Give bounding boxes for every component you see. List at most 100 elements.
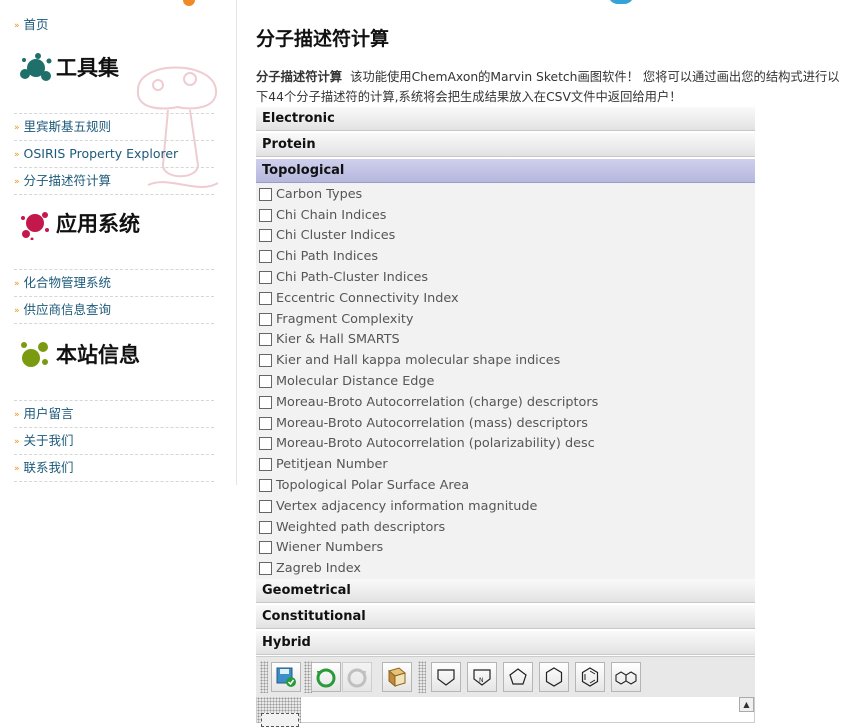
sidebar: » 首页 工具集 » 里宾斯基五规则 » OSIRIS Property Explor… xyxy=(0,0,237,485)
decorative-blue-shape xyxy=(608,0,634,4)
sidebar-link-contact[interactable]: » 联系我们 xyxy=(14,455,214,482)
descriptor-label: Kier and Hall kappa molecular shape indi… xyxy=(276,353,561,369)
descriptor-option[interactable]: Eccentric Connectivity Index xyxy=(259,288,755,309)
descriptor-label: Chi Cluster Indices xyxy=(276,228,396,244)
descriptor-label: Eccentric Connectivity Index xyxy=(276,290,459,306)
sidebar-link-supplier[interactable]: » 供应商信息查询 xyxy=(14,297,214,324)
page-title: 分子描述符计算 xyxy=(256,28,390,50)
descriptor-option[interactable]: Zagreb Index xyxy=(259,558,755,579)
category-header-electronic[interactable]: Electronic xyxy=(256,107,755,131)
descriptor-option[interactable]: Fragment Complexity xyxy=(259,309,755,330)
descriptor-checkbox[interactable] xyxy=(259,562,272,576)
descriptor-checkbox[interactable] xyxy=(259,229,272,243)
descriptor-label: Wiener Numbers xyxy=(276,540,384,556)
sketch-canvas[interactable]: ▲ xyxy=(256,697,755,727)
pentagon-ring-button[interactable] xyxy=(503,662,533,692)
descriptor-checkbox[interactable] xyxy=(259,250,272,264)
sidebar-link-osiris[interactable]: » OSIRIS Property Explorer xyxy=(14,141,214,168)
info-splash-icon xyxy=(21,342,48,367)
descriptor-label: Chi Chain Indices xyxy=(276,207,387,223)
descriptor-option[interactable]: Kier and Hall kappa molecular shape indi… xyxy=(259,350,755,371)
pentagon-ring-icon xyxy=(509,668,527,685)
descriptor-option[interactable]: Moreau-Broto Autocorrelation (mass) desc… xyxy=(259,413,755,434)
descriptor-checkbox[interactable] xyxy=(259,333,272,347)
descriptor-checkbox[interactable] xyxy=(259,416,272,430)
tools-links: » 里宾斯基五规则 » OSIRIS Property Explorer » 分子描述… xyxy=(14,113,214,195)
undo-button[interactable] xyxy=(311,662,341,692)
descriptor-option[interactable]: Chi Path Indices xyxy=(259,246,755,267)
bullet-icon: » xyxy=(14,123,20,133)
intro-description: 该功能使用ChemAxon的Marvin Sketch画图软件！ 您将可以通过画… xyxy=(256,70,840,104)
descriptor-label: Petitjean Number xyxy=(276,457,388,473)
chain-n-shape-icon: N xyxy=(473,669,491,686)
bullet-icon: » xyxy=(14,410,20,420)
descriptor-checkbox[interactable] xyxy=(259,291,272,305)
descriptor-checkbox[interactable] xyxy=(259,520,272,534)
home-link[interactable]: » 首页 xyxy=(14,14,49,33)
toolbar-grip[interactable] xyxy=(418,661,426,693)
descriptor-option[interactable]: Petitjean Number xyxy=(259,454,755,475)
descriptor-option[interactable]: Chi Path-Cluster Indices xyxy=(259,267,755,288)
descriptor-option[interactable]: Topological Polar Surface Area xyxy=(259,475,755,496)
descriptor-checkbox[interactable] xyxy=(259,437,272,451)
info-links: » 用户留言 » 关于我们 » 联系我们 xyxy=(14,400,214,482)
descriptor-checkbox[interactable] xyxy=(259,541,272,555)
descriptor-option[interactable]: Carbon Types xyxy=(259,184,755,205)
descriptor-checkbox[interactable] xyxy=(259,271,272,285)
descriptor-option[interactable]: Vertex adjacency information magnitude xyxy=(259,496,755,517)
descriptor-checkbox[interactable] xyxy=(259,479,272,493)
descriptor-option[interactable]: Wiener Numbers xyxy=(259,538,755,559)
undo-icon xyxy=(316,668,336,688)
category-header-protein[interactable]: Protein xyxy=(256,133,755,157)
descriptor-label: Weighted path descriptors xyxy=(276,519,446,535)
descriptor-option[interactable]: Kier & Hall SMARTS xyxy=(259,330,755,351)
selection-tool-button[interactable] xyxy=(261,713,299,727)
templates-button[interactable] xyxy=(382,662,412,692)
naphthalene-ring-button[interactable] xyxy=(611,662,641,692)
save-button[interactable] xyxy=(271,662,301,692)
descriptor-checkbox[interactable] xyxy=(259,395,272,409)
descriptor-checkbox[interactable] xyxy=(259,187,272,201)
hexagon-ring-button[interactable] xyxy=(539,662,569,692)
benzene-ring-button[interactable] xyxy=(575,662,605,692)
descriptor-option[interactable]: Weighted path descriptors xyxy=(259,517,755,538)
descriptor-label: Molecular Distance Edge xyxy=(276,374,435,390)
descriptor-checkbox[interactable] xyxy=(259,458,272,472)
sidebar-link-lipinski[interactable]: » 里宾斯基五规则 xyxy=(14,113,214,141)
sidebar-link-about[interactable]: » 关于我们 xyxy=(14,428,214,455)
descriptor-label: Moreau-Broto Autocorrelation (charge) de… xyxy=(276,394,599,410)
sidebar-link-descriptor[interactable]: » 分子描述符计算 xyxy=(14,168,214,195)
chain-n-shape-button[interactable]: N xyxy=(467,662,497,692)
bullet-icon: » xyxy=(14,177,20,187)
sidebar-link-compound-mgmt[interactable]: » 化合物管理系统 xyxy=(14,269,214,297)
sidebar-link-guestbook[interactable]: » 用户留言 xyxy=(14,400,214,428)
descriptor-label: Vertex adjacency information magnitude xyxy=(276,498,538,514)
bullet-icon: » xyxy=(14,464,20,474)
hexagon-ring-icon xyxy=(545,667,563,687)
template-book-icon xyxy=(387,667,407,688)
toolbar-grip[interactable] xyxy=(260,661,268,693)
category-header-constitutional[interactable]: Constitutional xyxy=(256,605,755,630)
descriptor-option[interactable]: Moreau-Broto Autocorrelation (charge) de… xyxy=(259,392,755,413)
descriptor-option[interactable]: Chi Chain Indices xyxy=(259,205,755,226)
descriptor-checkbox[interactable] xyxy=(259,312,272,326)
descriptor-checkbox[interactable] xyxy=(259,208,272,222)
descriptor-checkbox[interactable] xyxy=(259,354,272,368)
scroll-up-button[interactable]: ▲ xyxy=(739,697,754,712)
section-title-info: 本站信息 xyxy=(18,337,140,371)
descriptor-checkbox[interactable] xyxy=(259,499,272,513)
descriptor-checkbox[interactable] xyxy=(259,375,272,389)
redo-button[interactable] xyxy=(342,662,372,692)
category-header-geometrical[interactable]: Geometrical xyxy=(256,579,755,604)
bullet-icon: » xyxy=(14,306,20,316)
descriptor-label: Topological Polar Surface Area xyxy=(276,478,470,494)
category-header-hybrid[interactable]: Hybrid xyxy=(256,631,755,656)
intro-bold: 分子描述符计算 xyxy=(256,70,343,84)
descriptor-option[interactable]: Chi Cluster Indices xyxy=(259,226,755,247)
descriptor-option[interactable]: Molecular Distance Edge xyxy=(259,371,755,392)
descriptor-label: Chi Path Indices xyxy=(276,249,378,265)
category-header-topological[interactable]: Topological xyxy=(256,159,755,183)
chain-shape-icon xyxy=(437,669,455,686)
descriptor-option[interactable]: Moreau-Broto Autocorrelation (polarizabi… xyxy=(259,434,755,455)
chain-shape-button[interactable] xyxy=(431,662,461,692)
